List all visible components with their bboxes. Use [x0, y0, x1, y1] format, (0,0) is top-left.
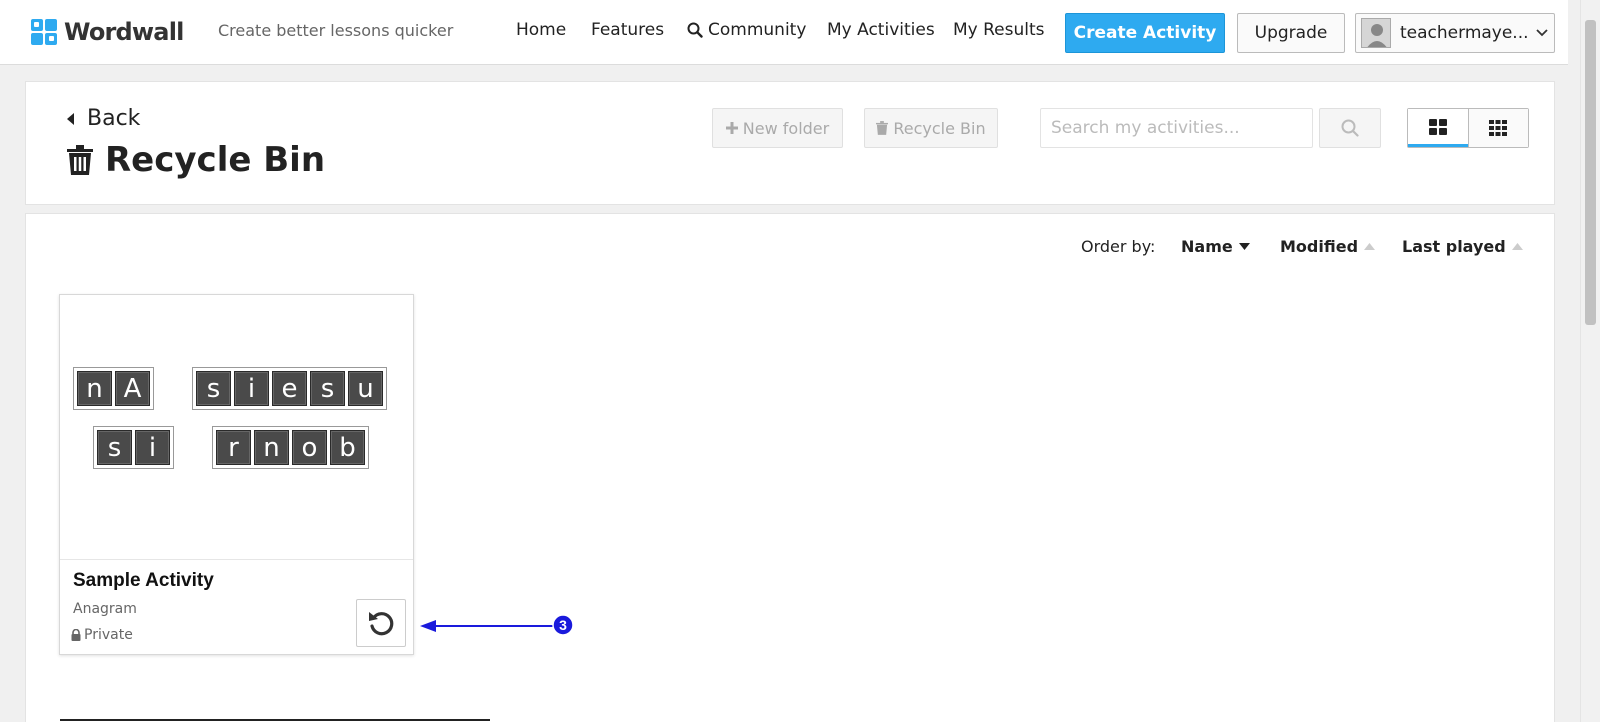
- activities-panel: Order by: Name Modified Last played nAsi…: [25, 213, 1555, 722]
- undo-icon: [369, 612, 394, 636]
- search-button[interactable]: [1319, 108, 1381, 148]
- step-annotation: 3: [420, 614, 574, 636]
- scrollbar-thumb[interactable]: [1585, 20, 1596, 325]
- bottom-divider: [60, 719, 490, 721]
- privacy-label: Private: [84, 627, 133, 643]
- chevron-down-icon: [1536, 29, 1548, 37]
- letter-tile: s: [97, 430, 132, 465]
- nav-features[interactable]: Features: [591, 20, 664, 40]
- nav-my-results[interactable]: My Results: [953, 20, 1045, 40]
- logo-grid-icon: [31, 18, 58, 46]
- new-folder-label: New folder: [742, 118, 830, 138]
- search-input[interactable]: [1040, 108, 1313, 148]
- step-number: 3: [559, 617, 567, 633]
- letter-tile: s: [310, 371, 345, 406]
- anagram-word: siesu: [192, 367, 387, 410]
- toolbar-panel: Back Recycle Bin New folder Recycle Bin: [25, 81, 1555, 205]
- caret-up-icon: [1364, 243, 1376, 250]
- letter-tile: b: [330, 430, 365, 465]
- tagline: Create better lessons quicker: [218, 21, 454, 40]
- avatar: [1361, 18, 1391, 48]
- letter-tile: i: [135, 430, 170, 465]
- search-icon: [1341, 119, 1359, 137]
- activity-type: Anagram: [73, 601, 137, 617]
- restore-button[interactable]: [356, 599, 406, 647]
- small-grid-view-button[interactable]: [1467, 109, 1528, 147]
- anagram-word: nA: [73, 367, 154, 410]
- sort-by-modified[interactable]: Modified: [1280, 237, 1376, 256]
- nav-community-label: Community: [708, 20, 807, 40]
- arrow-head-icon: [420, 620, 436, 632]
- order-by-label: Order by:: [1081, 237, 1156, 256]
- back-link[interactable]: Back: [67, 106, 140, 131]
- anagram-word: rnob: [212, 426, 369, 469]
- new-folder-button[interactable]: New folder: [712, 108, 843, 148]
- activity-thumbnail[interactable]: nAsiesusirnob: [60, 295, 413, 560]
- activity-title[interactable]: Sample Activity: [73, 570, 214, 592]
- caret-down-icon: [1238, 243, 1250, 250]
- letter-tile: r: [216, 430, 251, 465]
- trash-icon: [876, 121, 889, 135]
- plus-icon: [725, 122, 738, 134]
- letter-tile: o: [292, 430, 327, 465]
- nav-home[interactable]: Home: [516, 20, 566, 40]
- letter-tile: A: [115, 371, 150, 406]
- caret-up-icon: [1511, 243, 1523, 250]
- upgrade-button[interactable]: Upgrade: [1237, 13, 1345, 53]
- sort-by-last-played[interactable]: Last played: [1402, 237, 1523, 256]
- letter-tile: u: [348, 371, 383, 406]
- large-grid-view-button[interactable]: [1408, 109, 1468, 147]
- top-header: Wordwall Create better lessons quicker H…: [0, 0, 1568, 65]
- sort-name-label: Name: [1181, 237, 1233, 256]
- page-title: Recycle Bin: [67, 140, 325, 180]
- page-scrollbar[interactable]: [1580, 0, 1600, 722]
- anagram-word: si: [93, 426, 174, 469]
- letter-tile: i: [234, 371, 269, 406]
- nav-my-activities[interactable]: My Activities: [827, 20, 935, 40]
- trash-icon: [67, 145, 93, 175]
- nav-community[interactable]: Community: [687, 20, 806, 40]
- user-menu[interactable]: teachermaye...: [1355, 13, 1555, 53]
- caret-left-icon: [67, 112, 74, 125]
- view-toggle: [1407, 108, 1529, 148]
- user-name: teachermaye...: [1400, 23, 1528, 43]
- recycle-bin-label: Recycle Bin: [893, 118, 986, 138]
- lock-icon: [71, 629, 81, 641]
- sort-by-name[interactable]: Name: [1181, 237, 1250, 256]
- letter-tile: s: [196, 371, 231, 406]
- create-activity-button[interactable]: Create Activity: [1065, 13, 1225, 53]
- activity-card[interactable]: nAsiesusirnob Sample Activity Anagram Pr…: [59, 294, 414, 655]
- page-title-text: Recycle Bin: [105, 140, 326, 180]
- wordwall-logo[interactable]: Wordwall: [31, 18, 184, 46]
- activity-privacy: Private: [71, 627, 133, 643]
- sort-last-played-label: Last played: [1402, 237, 1506, 256]
- letter-tile: n: [254, 430, 289, 465]
- sort-modified-label: Modified: [1280, 237, 1359, 256]
- small-grid-icon: [1489, 120, 1508, 136]
- letter-tile: n: [77, 371, 112, 406]
- letter-tile: e: [272, 371, 307, 406]
- search-icon: [687, 22, 703, 38]
- recycle-bin-button[interactable]: Recycle Bin: [864, 108, 998, 148]
- large-grid-icon: [1428, 118, 1447, 135]
- back-label: Back: [87, 106, 141, 131]
- logo-text: Wordwall: [64, 18, 184, 46]
